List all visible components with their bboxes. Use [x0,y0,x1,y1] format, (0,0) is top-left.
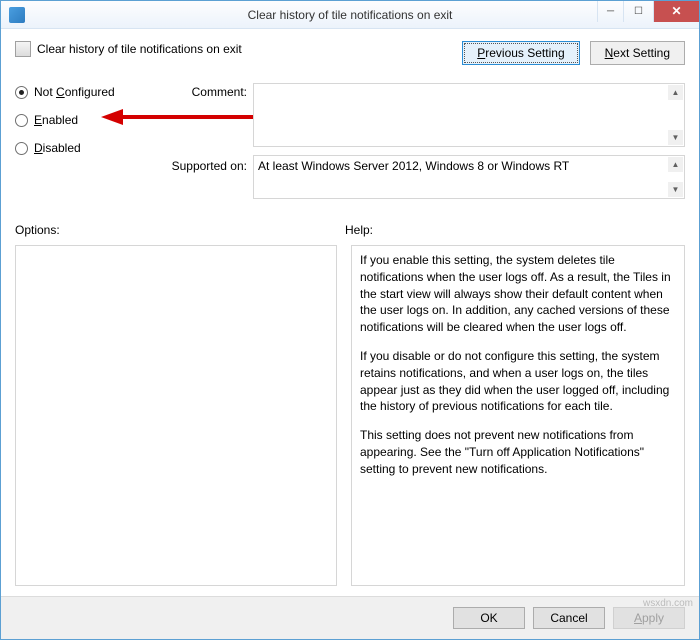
minimize-button[interactable]: ─ [597,1,623,22]
state-radio-group: Not Configured Enabled Disabled [15,83,155,207]
fields-column: Comment: ▲ ▼ Supported on: At least Wind… [165,83,685,207]
scroll-up-icon[interactable]: ▲ [668,157,683,172]
close-button[interactable]: ✕ [653,1,699,22]
radio-disabled[interactable]: Disabled [15,141,155,155]
panes-row: If you enable this setting, the system d… [15,245,685,586]
supported-on-textarea: At least Windows Server 2012, Windows 8 … [253,155,685,199]
help-paragraph: This setting does not prevent new notifi… [360,427,676,477]
ok-button[interactable]: OK [453,607,525,629]
policy-editor-window: Clear history of tile notifications on e… [0,0,700,640]
pane-labels: Options: Help: [15,223,685,237]
dialog-footer: OK Cancel Apply [1,596,699,639]
help-pane: If you enable this setting, the system d… [351,245,685,586]
next-setting-button[interactable]: Next Setting [590,41,685,65]
policy-icon [15,41,31,57]
help-label: Help: [345,223,685,237]
maximize-button[interactable]: ☐ [623,1,653,22]
content-area: Clear history of tile notifications on e… [1,29,699,586]
radio-not-configured[interactable]: Not Configured [15,85,155,99]
comment-textarea[interactable]: ▲ ▼ [253,83,685,147]
window-controls: ─ ☐ ✕ [597,1,699,22]
scroll-down-icon[interactable]: ▼ [668,182,683,197]
scroll-down-icon[interactable]: ▼ [668,130,683,145]
supported-on-label: Supported on: [165,155,253,173]
policy-title: Clear history of tile notifications on e… [37,42,242,56]
comment-label: Comment: [165,83,253,99]
help-paragraph: If you enable this setting, the system d… [360,252,676,336]
radio-icon [15,142,28,155]
close-icon: ✕ [671,4,681,18]
radio-enabled[interactable]: Enabled [15,113,155,127]
options-label: Options: [15,223,345,237]
config-row: Not Configured Enabled Disabled Commen [15,83,685,207]
header-row: Clear history of tile notifications on e… [15,41,685,65]
app-icon [9,7,25,23]
options-pane [15,245,337,586]
radio-icon [15,86,28,99]
apply-button[interactable]: Apply [613,607,685,629]
window-title: Clear history of tile notifications on e… [1,8,699,22]
help-paragraph: If you disable or do not configure this … [360,348,676,415]
titlebar: Clear history of tile notifications on e… [1,1,699,29]
cancel-button[interactable]: Cancel [533,607,605,629]
watermark: wsxdn.com [643,598,693,609]
scroll-up-icon[interactable]: ▲ [668,85,683,100]
radio-icon [15,114,28,127]
previous-setting-button[interactable]: Previous Setting [462,41,579,65]
